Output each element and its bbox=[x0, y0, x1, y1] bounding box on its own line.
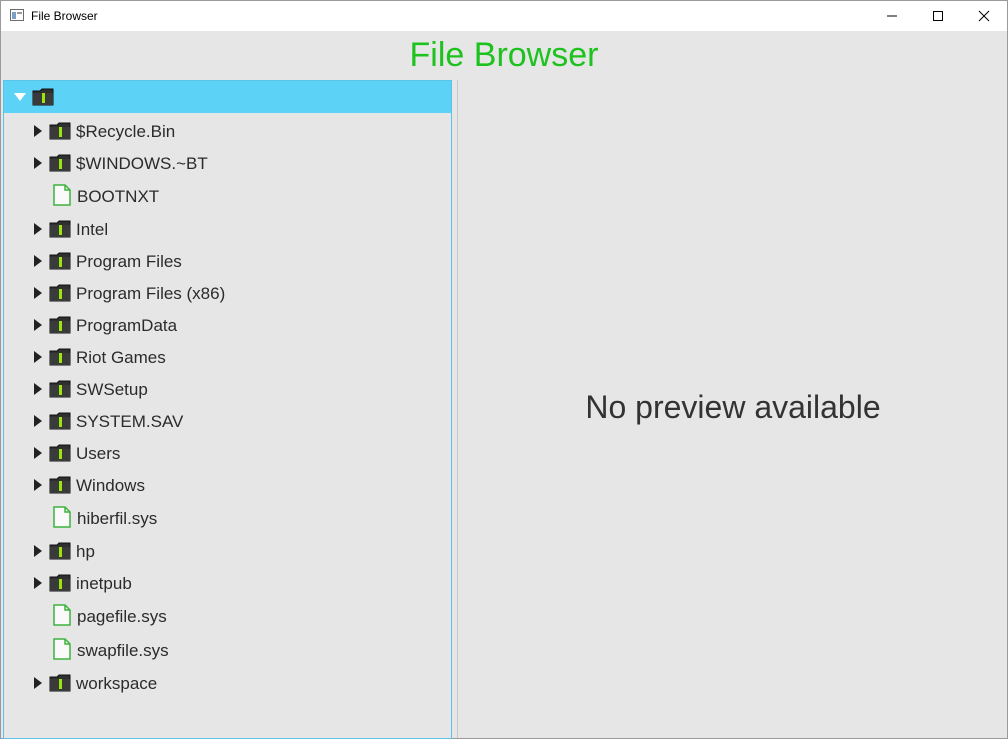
maximize-button[interactable] bbox=[915, 1, 961, 31]
tree-folder-row[interactable]: Riot Games bbox=[4, 341, 451, 373]
folder-icon bbox=[49, 475, 71, 499]
tree-item-label: Windows bbox=[76, 476, 145, 495]
expand-arrow-right-icon[interactable] bbox=[34, 577, 42, 589]
expand-arrow-right-icon[interactable] bbox=[34, 125, 42, 137]
tree-item-label: Riot Games bbox=[76, 348, 166, 367]
folder-icon bbox=[49, 673, 71, 697]
expand-arrow-right-icon[interactable] bbox=[34, 383, 42, 395]
tree-item-label: Program Files bbox=[76, 252, 182, 271]
expand-arrow-right-icon[interactable] bbox=[34, 157, 42, 169]
folder-icon bbox=[49, 121, 71, 145]
tree-item-label: BOOTNXT bbox=[77, 187, 160, 206]
folder-icon bbox=[49, 347, 71, 371]
tree-item-label: $WINDOWS.~BT bbox=[76, 154, 208, 173]
folder-icon bbox=[49, 573, 71, 597]
expand-arrow-right-icon[interactable] bbox=[34, 319, 42, 331]
folder-icon bbox=[49, 219, 71, 243]
folder-icon bbox=[49, 379, 71, 403]
tree-item-label: hp bbox=[76, 542, 95, 561]
preview-panel: No preview available bbox=[457, 80, 1008, 738]
tree-folder-row[interactable]: SWSetup bbox=[4, 373, 451, 405]
close-button[interactable] bbox=[961, 1, 1007, 31]
tree-folder-row[interactable]: SYSTEM.SAV bbox=[4, 405, 451, 437]
expand-arrow-right-icon[interactable] bbox=[34, 255, 42, 267]
tree-folder-row[interactable]: $Recycle.Bin bbox=[4, 115, 451, 147]
tree-file-row[interactable]: pagefile.sys bbox=[4, 600, 451, 632]
title-bar[interactable]: File Browser bbox=[1, 1, 1007, 31]
folder-icon bbox=[49, 541, 71, 565]
folder-icon bbox=[49, 443, 71, 467]
tree-folder-row[interactable]: workspace bbox=[4, 667, 451, 699]
tree-folder-row[interactable]: hp bbox=[4, 535, 451, 567]
preview-message: No preview available bbox=[585, 388, 881, 425]
expand-arrow-right-icon[interactable] bbox=[34, 351, 42, 363]
expand-arrow-right-icon[interactable] bbox=[34, 545, 42, 557]
expand-arrow-right-icon[interactable] bbox=[34, 447, 42, 459]
tree-item-label: SYSTEM.SAV bbox=[76, 412, 184, 431]
expand-arrow-right-icon[interactable] bbox=[34, 287, 42, 299]
folder-icon bbox=[32, 87, 54, 111]
window-title: File Browser bbox=[31, 9, 98, 23]
app-icon bbox=[10, 9, 24, 21]
tree-folder-row[interactable]: inetpub bbox=[4, 567, 451, 599]
tree-folder-row[interactable]: Program Files bbox=[4, 245, 451, 277]
tree-folder-row[interactable]: Users bbox=[4, 437, 451, 469]
tree-file-row[interactable]: swapfile.sys bbox=[4, 634, 451, 666]
tree-item-label: workspace bbox=[76, 674, 158, 693]
file-icon bbox=[53, 638, 71, 665]
tree-item-label: Intel bbox=[76, 220, 109, 239]
file-tree[interactable]: $Recycle.Bin $WINDOWS.~BT BOOTNXT Intel Prog… bbox=[3, 80, 452, 739]
tree-item-label: Users bbox=[76, 444, 121, 463]
file-icon bbox=[53, 184, 71, 211]
tree-item-label: Program Files (x86) bbox=[76, 284, 226, 303]
tree-folder-row[interactable]: Windows bbox=[4, 469, 451, 501]
tree-item-label: SWSetup bbox=[76, 380, 148, 399]
maximize-icon bbox=[933, 11, 943, 21]
expand-arrow-right-icon[interactable] bbox=[34, 479, 42, 491]
tree-item-label: pagefile.sys bbox=[77, 607, 167, 626]
app-header-title: File Browser bbox=[409, 35, 599, 74]
tree-item-label: ProgramData bbox=[76, 316, 178, 335]
tree-item-label: swapfile.sys bbox=[77, 641, 169, 660]
tree-folder-row[interactable]: Program Files (x86) bbox=[4, 277, 451, 309]
file-icon bbox=[53, 604, 71, 631]
expand-arrow-right-icon[interactable] bbox=[34, 677, 42, 689]
minimize-button[interactable] bbox=[869, 1, 915, 31]
expand-arrow-down-icon[interactable] bbox=[14, 93, 26, 101]
tree-file-row[interactable]: hiberfil.sys bbox=[4, 502, 451, 534]
tree-file-row[interactable]: BOOTNXT bbox=[4, 180, 451, 212]
tree-item-label: hiberfil.sys bbox=[77, 509, 158, 528]
file-icon bbox=[53, 506, 71, 533]
expand-arrow-right-icon[interactable] bbox=[34, 223, 42, 235]
folder-icon bbox=[49, 283, 71, 307]
tree-folder-row[interactable]: $WINDOWS.~BT bbox=[4, 147, 451, 179]
tree-item-label: inetpub bbox=[76, 574, 132, 593]
app-window: File Browser File Browser $Recycle.Bin $W… bbox=[0, 0, 1008, 739]
folder-icon bbox=[49, 153, 71, 177]
tree-root-row[interactable] bbox=[4, 81, 451, 113]
expand-arrow-right-icon[interactable] bbox=[34, 415, 42, 427]
tree-folder-row[interactable]: ProgramData bbox=[4, 309, 451, 341]
folder-icon bbox=[49, 251, 71, 275]
tree-folder-row[interactable]: Intel bbox=[4, 213, 451, 245]
folder-icon bbox=[49, 411, 71, 435]
folder-icon bbox=[49, 315, 71, 339]
close-icon bbox=[978, 10, 990, 22]
tree-item-label: $Recycle.Bin bbox=[76, 122, 176, 141]
minimize-icon bbox=[887, 15, 897, 17]
